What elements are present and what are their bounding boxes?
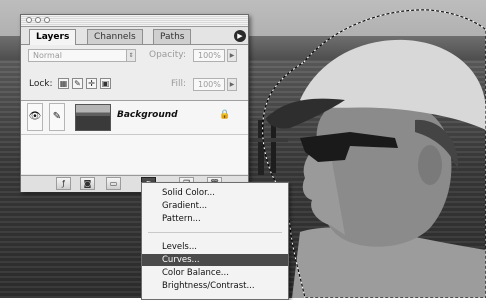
layer-options: Normal ⇕ Opacity: 100% ▶ Lock: ▦ ✎ ✛ ▣ F… [21,44,248,101]
layer-row-background[interactable]: 👁 ✎ Background 🔒 [21,101,248,135]
zoom-button[interactable] [44,17,50,23]
opacity-slider-arrow-icon[interactable]: ▶ [227,49,237,62]
palette-titlebar[interactable] [21,15,248,27]
lock-transparency-icon[interactable]: ▦ [58,78,69,89]
brush-icon[interactable]: ✎ [49,103,65,131]
tab-layers[interactable]: Layers [29,29,77,45]
blend-mode-stepper-icon[interactable]: ⇕ [126,49,136,62]
adjustment-layer-menu: Solid Color... Gradient... Pattern... Le… [141,182,289,300]
layer-mask-icon[interactable]: ◙ [80,177,95,190]
lock-pixels-icon[interactable]: ✎ [72,78,83,89]
lock-icon: 🔒 [219,110,231,120]
menu-separator [148,232,282,233]
menu-item-color-balance[interactable]: Color Balance... [142,267,288,279]
lock-position-icon[interactable]: ✛ [86,78,97,89]
menu-item-solid-color[interactable]: Solid Color... [142,187,288,199]
layer-name[interactable]: Background [117,110,178,120]
layer-thumbnail[interactable] [75,104,111,131]
menu-item-pattern[interactable]: Pattern... [142,213,288,225]
tab-channels[interactable]: Channels [87,29,143,44]
tab-paths[interactable]: Paths [153,29,192,44]
palette-menu-arrow-icon[interactable]: ▶ [234,30,246,42]
fill-label: Fill: [171,79,187,89]
menu-item-brightness-contrast[interactable]: Brightness/Contrast... [142,280,288,292]
layer-style-icon[interactable]: ƒ [56,177,71,190]
eye-icon[interactable]: 👁 [27,103,43,131]
minimize-button[interactable] [35,17,41,23]
menu-item-curves[interactable]: Curves... [142,254,288,266]
close-button[interactable] [26,17,32,23]
lock-all-icon[interactable]: ▣ [100,78,111,89]
opacity-label: Opacity: [149,50,186,60]
layers-palette: Layers Channels Paths ▶ Normal ⇕ Opacity… [20,14,249,192]
layers-list-empty-area[interactable] [21,135,248,174]
menu-item-levels[interactable]: Levels... [142,241,288,253]
fill-slider-arrow-icon[interactable]: ▶ [227,78,237,91]
opacity-field[interactable]: 100% [193,49,225,62]
lock-label: Lock: [29,79,53,89]
menu-item-gradient[interactable]: Gradient... [142,200,288,212]
blend-mode-select[interactable]: Normal [28,49,136,62]
fill-field[interactable]: 100% [193,78,225,91]
new-group-icon[interactable]: ▭ [106,177,121,190]
